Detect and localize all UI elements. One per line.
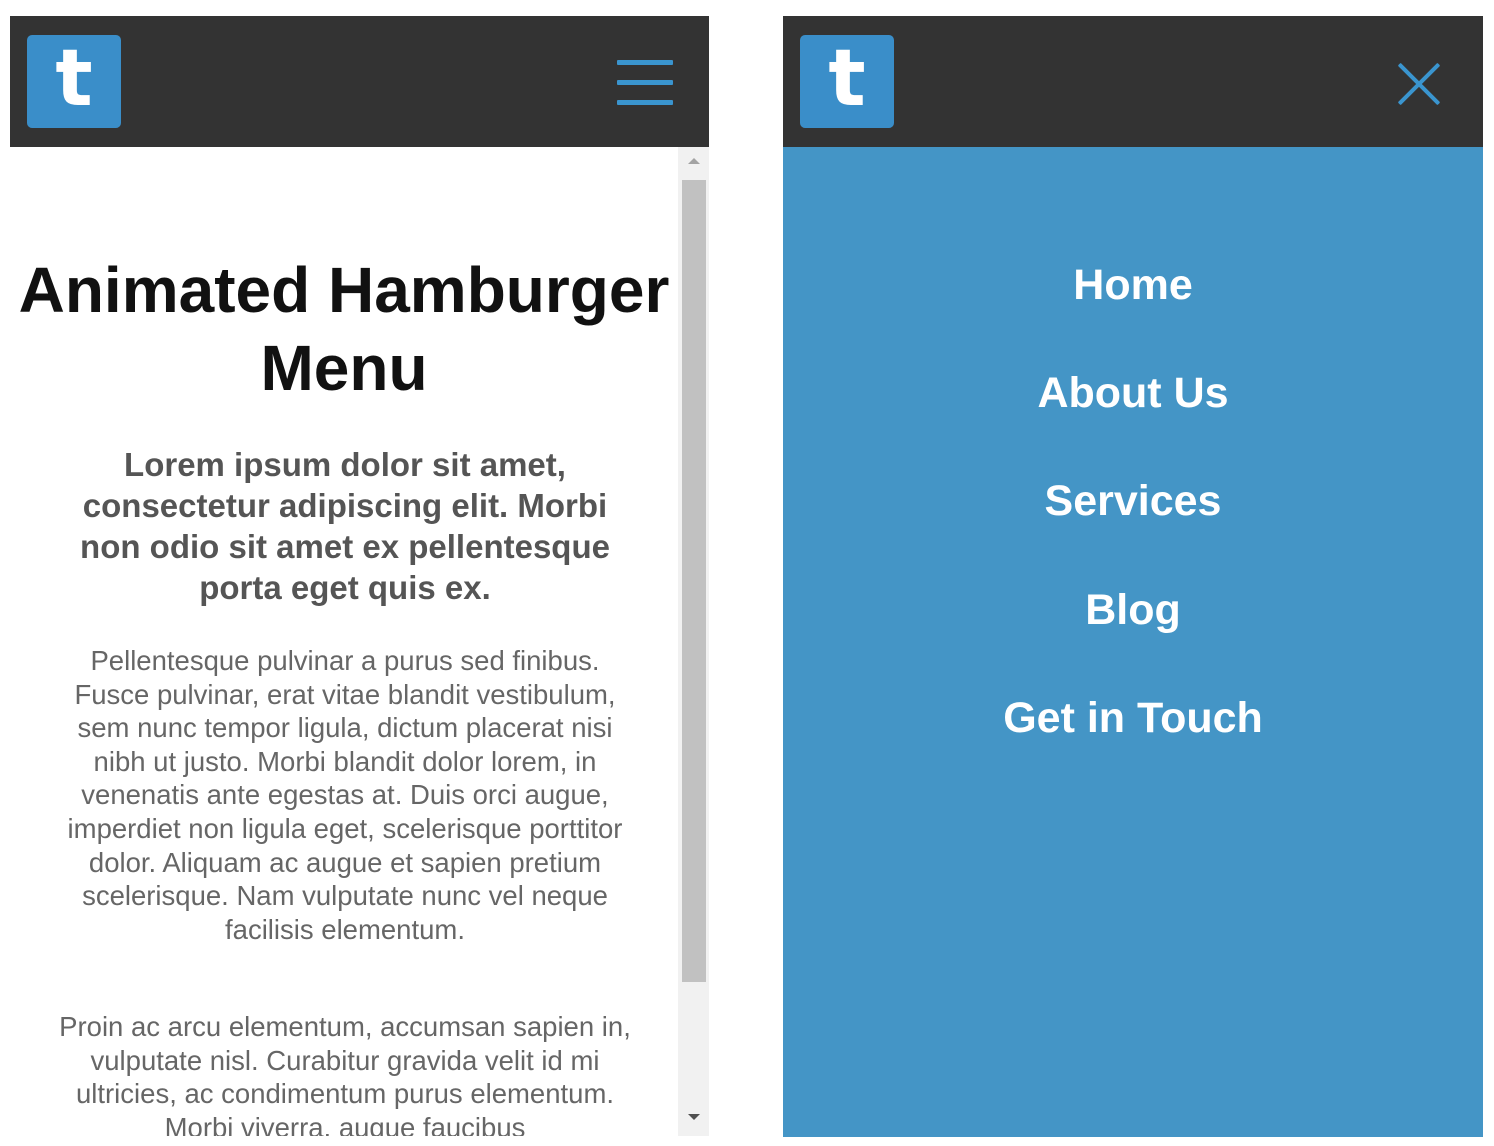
page-title: Animated Hamburger Menu	[18, 254, 670, 404]
vertical-scrollbar[interactable]	[678, 147, 709, 1136]
hamburger-icon[interactable]	[617, 58, 673, 108]
hamburger-line	[617, 60, 673, 65]
menu-item-about-us[interactable]: About Us	[783, 368, 1483, 418]
hamburger-line	[617, 80, 673, 85]
body-paragraph: Pellentesque pulvinar a purus sed finibu…	[67, 645, 623, 945]
menu-item-services[interactable]: Services	[783, 476, 1483, 526]
scroll-down-arrow-icon[interactable]	[688, 1114, 700, 1120]
menu-item-get-in-touch[interactable]: Get in Touch	[783, 693, 1483, 743]
header-bar: t	[10, 16, 709, 147]
body-paragraph: Proin ac arcu elementum, accumsan sapien…	[59, 1011, 631, 1136]
scrollbar-thumb[interactable]	[682, 180, 706, 982]
logo[interactable]: t	[27, 35, 121, 128]
hamburger-line	[617, 100, 673, 105]
menu-item-blog[interactable]: Blog	[783, 585, 1483, 635]
page-content: Animated Hamburger Menu Lorem ipsum dolo…	[10, 147, 678, 1136]
open-menu-view: t Home About Us Services Blog Get in Tou…	[783, 16, 1483, 1137]
close-icon[interactable]	[1395, 60, 1443, 108]
page-subtitle: Lorem ipsum dolor sit amet, consectetur …	[80, 446, 610, 606]
scroll-up-arrow-icon[interactable]	[688, 158, 700, 164]
closed-menu-view: t Animated Hamburger Menu Lorem ipsum do…	[10, 16, 709, 1136]
logo[interactable]: t	[800, 35, 894, 128]
menu-item-home[interactable]: Home	[783, 260, 1483, 310]
header-bar: t	[783, 16, 1483, 147]
